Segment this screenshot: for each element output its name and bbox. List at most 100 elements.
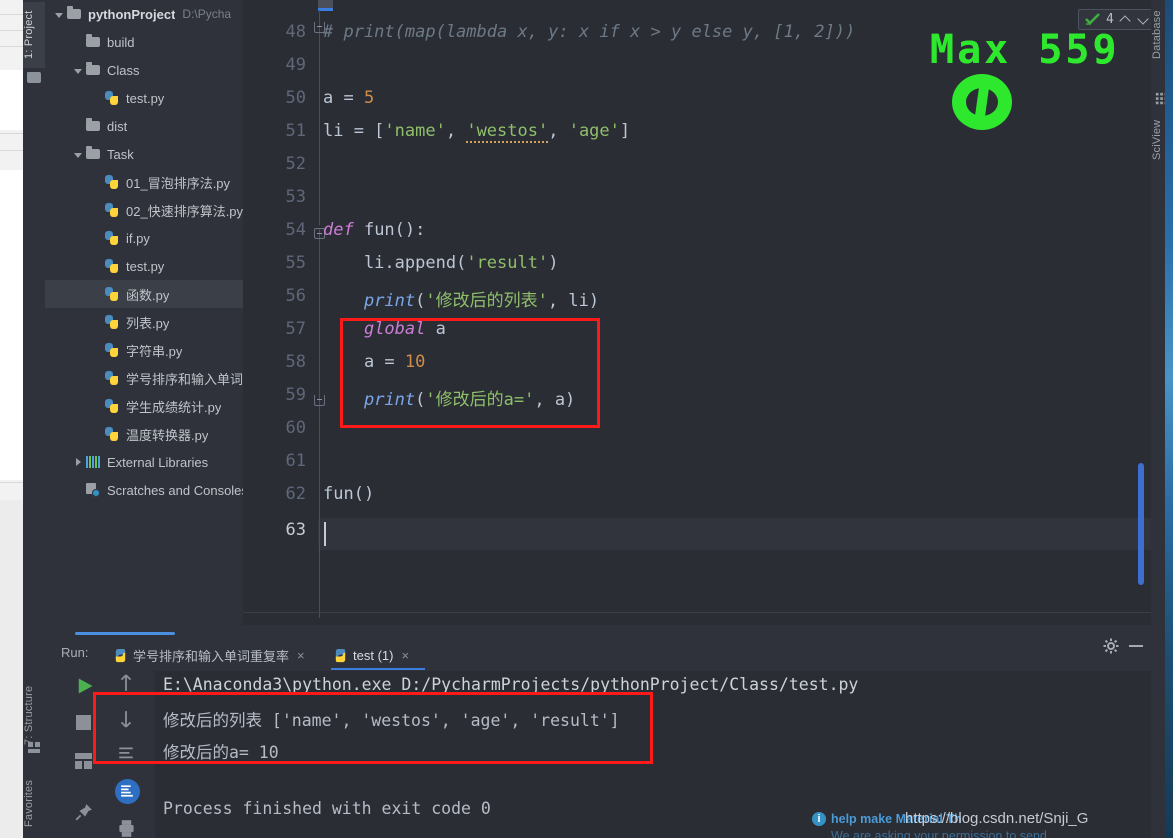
chevron-down-icon[interactable] <box>1138 14 1150 26</box>
tree-item-9[interactable]: test.py <box>45 252 243 280</box>
tree-item-6[interactable]: 01_冒泡排序法.py <box>45 168 243 196</box>
python-file-icon <box>105 90 122 106</box>
tree-item-label: 字符串.py <box>126 343 183 359</box>
console-line-4: Process finished with exit code 0 <box>163 799 491 818</box>
code-line-58[interactable]: a = 10 <box>323 352 425 372</box>
run-tab-1[interactable]: test (1) × <box>333 642 409 668</box>
run-tab-0-close-icon[interactable]: × <box>297 648 305 663</box>
inspection-widget[interactable]: 4 <box>1078 9 1157 30</box>
line-number-55: 55 <box>285 253 306 273</box>
inspection-count: 4 <box>1106 12 1114 27</box>
tree-arrow-placeholder <box>91 92 104 105</box>
info-icon: i <box>812 812 826 826</box>
run-tab-1-close-icon[interactable]: × <box>401 648 409 663</box>
code-token: a <box>425 319 446 339</box>
run-tab-0[interactable]: 学号排序和输入单词重复率 × <box>113 642 305 668</box>
code-line-50[interactable]: a = 5 <box>323 88 374 108</box>
tree-item-14[interactable]: 学生成绩统计.py <box>45 392 243 420</box>
tree-item-7[interactable]: 02_快速排序算法.py <box>45 196 243 224</box>
chevron-up-icon[interactable] <box>1120 14 1132 26</box>
tree-item-13[interactable]: 学号排序和输入单词 <box>45 364 243 392</box>
rerun-up-icon[interactable] <box>117 673 135 693</box>
code-editor[interactable]: 48 49 50 51 52 53 54 55 56 57 58 59 60 61 62 63 # print… <box>243 0 1157 625</box>
chevron-down-icon[interactable] <box>72 64 85 77</box>
run-tab-1-label: test (1) <box>353 647 394 663</box>
code-line-56[interactable]: print('修改后的列表', li) <box>323 286 599 311</box>
tree-item-12[interactable]: 字符串.py <box>45 336 243 364</box>
code-line-55[interactable]: li.append('result') <box>323 253 559 273</box>
code-line-51[interactable]: li = ['name', 'westos', 'age'] <box>323 121 631 143</box>
stop-icon[interactable] <box>76 715 91 730</box>
code-token: 5 <box>363 88 375 108</box>
layout-icon-b[interactable] <box>75 761 82 769</box>
soft-wrap-icon[interactable] <box>117 745 135 763</box>
tree-arrow-placeholder <box>72 120 85 133</box>
code-token: 10 <box>404 352 426 372</box>
code-token: , <box>445 121 467 141</box>
code-token: ( <box>415 390 426 410</box>
tree-item-label: test.py <box>126 90 165 106</box>
tree-item-8[interactable]: if.py <box>45 224 243 252</box>
code-line-57[interactable]: global a <box>323 319 446 339</box>
tree-item-5[interactable]: Task <box>45 140 243 168</box>
rerun-down-icon[interactable] <box>117 709 135 729</box>
code-line-48[interactable]: # print(map(lambda x, y: x if x > y else… <box>323 22 855 42</box>
inspection-ok-icon <box>1085 13 1100 25</box>
code-token: a = <box>323 352 405 372</box>
pin-icon[interactable] <box>75 803 93 821</box>
code-line-54[interactable]: def fun(): <box>323 220 425 240</box>
tree-item-10[interactable]: 函数.py <box>45 280 243 308</box>
tree-item-11[interactable]: 列表.py <box>45 308 243 336</box>
pycharm-window: 1: Project 7: Structure Favorites python… <box>23 0 1173 838</box>
print-icon[interactable] <box>117 819 136 838</box>
tree-item-4[interactable]: dist <box>45 112 243 140</box>
screenshot-root: 1: Project 7: Structure Favorites python… <box>0 0 1173 838</box>
folder-icon <box>86 118 103 134</box>
panel-splitter-handle[interactable] <box>75 632 175 635</box>
editor-vertical-scrollbar[interactable] <box>1138 463 1144 585</box>
console-line-0[interactable]: E:\Anaconda3\python.exe D:/PycharmProjec… <box>163 675 858 694</box>
code-token: ] <box>619 121 631 141</box>
gear-icon[interactable] <box>1103 638 1119 654</box>
run-toolbar <box>69 673 149 838</box>
code-token: global <box>363 319 426 339</box>
code-token: ( <box>456 253 467 273</box>
tree-item-0[interactable]: pythonProject D:\Pycha <box>45 0 243 28</box>
chevron-down-icon[interactable] <box>72 148 85 161</box>
python-file-icon <box>335 648 346 662</box>
desktop-background-sliver <box>1165 0 1173 838</box>
sidebar-tab-favorites[interactable]: Favorites <box>23 770 45 836</box>
tree-item-3[interactable]: test.py <box>45 84 243 112</box>
run-label: Run: <box>61 645 89 660</box>
tree-arrow-placeholder <box>91 288 104 301</box>
code-token: append <box>394 253 457 273</box>
tree-item-label: build <box>107 34 135 50</box>
code-token: 'age' <box>568 121 620 141</box>
tree-item-16[interactable]: External Libraries <box>45 448 243 476</box>
tree-item-1[interactable]: build <box>45 28 243 56</box>
chevron-right-icon[interactable] <box>72 456 85 469</box>
scratches-icon <box>86 482 103 498</box>
minimize-icon[interactable] <box>1129 645 1143 647</box>
structure-glyph-icon <box>28 742 33 747</box>
tree-arrow-placeholder <box>91 232 104 245</box>
folder-icon <box>67 6 84 22</box>
tree-arrow-placeholder <box>72 484 85 497</box>
tree-item-2[interactable]: Class <box>45 56 243 84</box>
layout-icon[interactable] <box>75 753 92 759</box>
sidebar-tab-structure[interactable]: 7: Structure <box>23 672 45 758</box>
run-icon[interactable] <box>75 676 95 696</box>
code-token: , a) <box>534 390 576 410</box>
code-line-62[interactable]: fun() <box>323 484 374 504</box>
code-line-59[interactable]: print('修改后的a=', a) <box>323 385 575 410</box>
layout-icon-c[interactable] <box>84 761 92 769</box>
tree-item-15[interactable]: 温度转换器.py <box>45 420 243 448</box>
folder-icon <box>86 34 103 50</box>
console-line-2: 修改后的a= 10 <box>163 743 279 762</box>
tree-item-label: dist <box>107 118 128 134</box>
chevron-down-icon[interactable] <box>53 8 66 21</box>
tree-item-17[interactable]: Scratches and Consoles <box>45 476 243 504</box>
sidebar-tab-project[interactable]: 1: Project <box>23 2 45 68</box>
line-number-63: 63 <box>285 520 306 540</box>
